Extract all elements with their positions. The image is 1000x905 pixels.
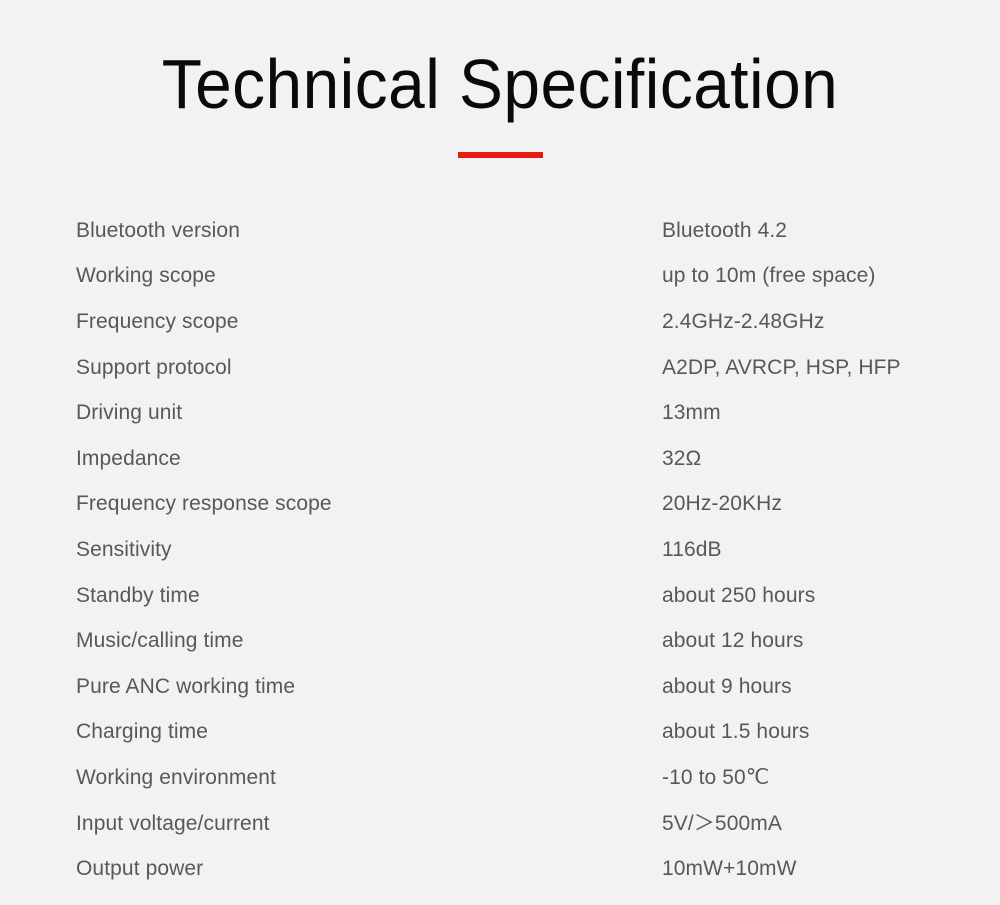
spec-row: Output power 10mW+10mW bbox=[0, 846, 1000, 892]
spec-row: Frequency response scope 20Hz-20KHz bbox=[0, 482, 1000, 528]
spec-label: Working scope bbox=[76, 264, 216, 288]
spec-label: Standby time bbox=[76, 583, 200, 607]
title-underline-rule bbox=[458, 152, 543, 158]
spec-row: Charging time about 1.5 hours bbox=[0, 710, 1000, 756]
spec-row: Working scope up to 10m (free space) bbox=[0, 254, 1000, 300]
spec-value: 116dB bbox=[662, 537, 722, 561]
spec-row: Sensitivity 116dB bbox=[0, 527, 1000, 573]
spec-label: Driving unit bbox=[76, 401, 183, 425]
spec-label: Output power bbox=[76, 857, 204, 881]
spec-value: 13mm bbox=[662, 401, 721, 425]
spec-label: Frequency scope bbox=[76, 309, 239, 333]
spec-label: Sensitivity bbox=[76, 537, 172, 561]
spec-row: Driving unit 13mm bbox=[0, 390, 1000, 436]
page-title: Technical Specification bbox=[161, 45, 839, 123]
spec-value: about 1.5 hours bbox=[662, 720, 810, 744]
spec-value: A2DP, AVRCP, HSP, HFP bbox=[662, 355, 901, 379]
spec-label: Input voltage/current bbox=[76, 811, 270, 835]
spec-table: Bluetooth version Bluetooth 4.2 Working sc… bbox=[0, 208, 1000, 892]
spec-label: Working environment bbox=[76, 765, 276, 789]
spec-label: Impedance bbox=[76, 446, 181, 470]
technical-specification-page: Technical Specification Bluetooth versio… bbox=[0, 0, 1000, 905]
spec-value: 20Hz-20KHz bbox=[662, 492, 783, 516]
spec-value: about 250 hours bbox=[662, 583, 816, 607]
spec-value: 5V/＞500mA bbox=[662, 811, 782, 835]
spec-value: 32Ω bbox=[662, 446, 702, 470]
spec-value: 10mW+10mW bbox=[662, 857, 797, 881]
spec-row: Working environment -10 to 50℃ bbox=[0, 755, 1000, 801]
spec-row: Music/calling time about 12 hours bbox=[0, 618, 1000, 664]
spec-value: about 9 hours bbox=[662, 674, 792, 698]
title-block: Technical Specification bbox=[0, 42, 1000, 126]
spec-row: Pure ANC working time about 9 hours bbox=[0, 664, 1000, 710]
spec-value: up to 10m (free space) bbox=[662, 264, 876, 288]
spec-value: 2.4GHz-2.48GHz bbox=[662, 309, 825, 333]
spec-row: Standby time about 250 hours bbox=[0, 573, 1000, 619]
spec-value: about 12 hours bbox=[662, 629, 804, 653]
spec-label: Music/calling time bbox=[76, 629, 244, 653]
spec-value: -10 to 50℃ bbox=[662, 765, 770, 789]
spec-label: Pure ANC working time bbox=[76, 674, 296, 698]
spec-row: Impedance 32Ω bbox=[0, 436, 1000, 482]
spec-row: Support protocol A2DP, AVRCP, HSP, HFP bbox=[0, 345, 1000, 391]
spec-value: Bluetooth 4.2 bbox=[662, 218, 788, 242]
spec-row: Frequency scope 2.4GHz-2.48GHz bbox=[0, 299, 1000, 345]
spec-row: Input voltage/current 5V/＞500mA bbox=[0, 801, 1000, 847]
spec-row: Bluetooth version Bluetooth 4.2 bbox=[0, 208, 1000, 254]
spec-label: Charging time bbox=[76, 720, 209, 744]
spec-label: Bluetooth version bbox=[76, 218, 240, 242]
spec-label: Support protocol bbox=[76, 355, 232, 379]
spec-label: Frequency response scope bbox=[76, 492, 332, 516]
